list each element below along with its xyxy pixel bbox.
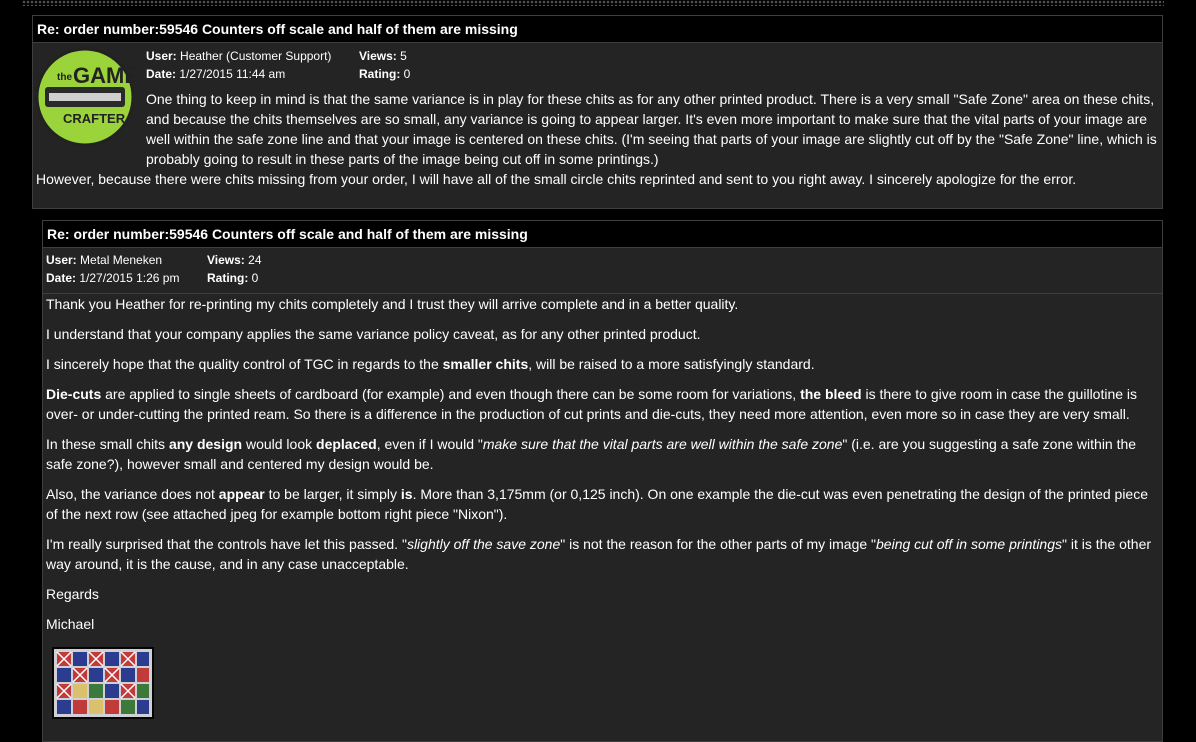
post-paragraph: I sincerely hope that the quality contro… <box>46 356 815 372</box>
post-paragraph: One thing to keep in mind is that the sa… <box>146 91 1157 167</box>
attachment-image-icon <box>54 649 152 717</box>
rating-value: 0 <box>403 67 411 81</box>
post-meta: User: Heather (Customer Support) Date: 1… <box>146 47 546 83</box>
forum-post-1: Re: order number:59546 Counters off scal… <box>32 15 1163 209</box>
view-count: 24 <box>248 253 262 267</box>
post-title: Re: order number:59546 Counters off scal… <box>43 221 1162 248</box>
post-meta: User: Metal Meneken Date: 1/27/2015 1:26… <box>46 251 446 287</box>
date-label: Date: <box>146 67 177 81</box>
rating-label: Rating: <box>207 271 249 285</box>
post-paragraph: I understand that your company applies t… <box>46 326 701 342</box>
post-paragraph: Regards <box>46 586 99 602</box>
logo-text-game: GAME <box>73 63 135 88</box>
rating-value: 0 <box>251 271 259 285</box>
post-body: Thank you Heather for re-printing my chi… <box>46 294 1154 644</box>
post-date: 1/27/2015 11:44 am <box>179 67 286 81</box>
post-author[interactable]: Metal Meneken <box>80 253 162 267</box>
forum-post-2: Re: order number:59546 Counters off scal… <box>42 220 1163 742</box>
top-divider <box>22 0 1164 6</box>
rating-label: Rating: <box>359 67 401 81</box>
post-paragraph: Die-cuts are applied to single sheets of… <box>46 386 1138 422</box>
views-label: Views: <box>207 253 245 267</box>
logo-text-the: the <box>57 72 72 83</box>
post-paragraph: In these small chits any design would lo… <box>46 436 1137 472</box>
post-title: Re: order number:59546 Counters off scal… <box>33 16 1162 43</box>
views-label: Views: <box>359 49 397 63</box>
post-paragraph: Thank you Heather for re-printing my chi… <box>46 296 739 312</box>
post-author[interactable]: Heather (Customer Support) <box>180 49 331 63</box>
post-body-continued: However, because there were chits missin… <box>36 169 1156 189</box>
post-body: One thing to keep in mind is that the sa… <box>146 89 1158 169</box>
post-date: 1/27/2015 1:26 pm <box>79 271 180 285</box>
user-label: User: <box>46 253 77 267</box>
attachment-thumbnail[interactable] <box>52 647 154 719</box>
logo-text-crafter: CRAFTER <box>63 111 126 126</box>
user-label: User: <box>146 49 177 63</box>
post-paragraph: However, because there were chits missin… <box>36 171 1077 187</box>
date-label: Date: <box>46 271 77 285</box>
game-crafter-logo: the GAME CRAFTER <box>35 47 139 147</box>
post-paragraph: I'm really surprised that the controls h… <box>46 536 1152 572</box>
post-paragraph: Michael <box>46 616 95 632</box>
view-count: 5 <box>400 49 407 63</box>
post-paragraph: Also, the variance does not appear to be… <box>46 486 1148 522</box>
